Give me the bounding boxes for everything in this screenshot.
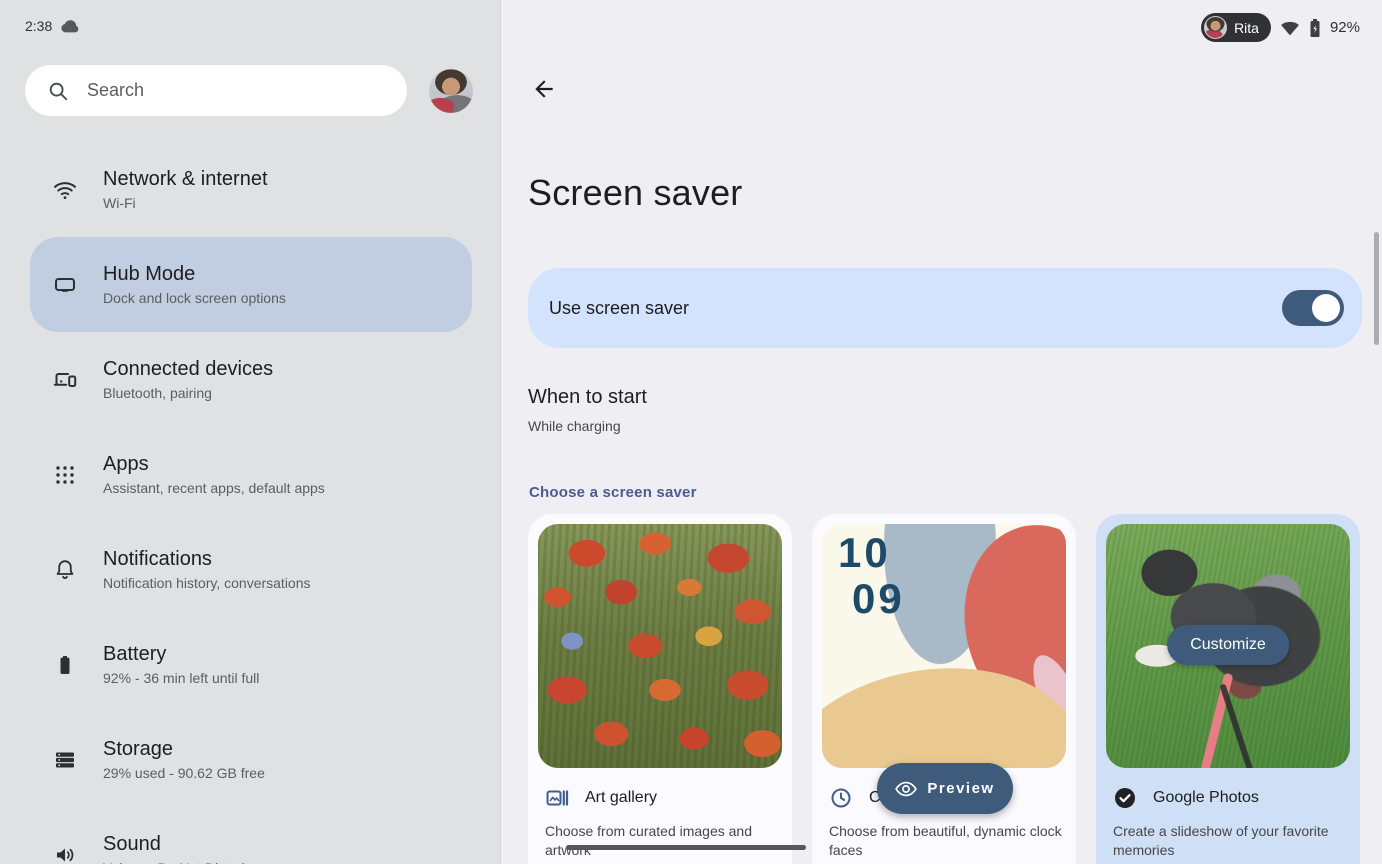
screen-saver-cards: Art gallery Choose from curated images a… [528,514,1360,864]
battery-percent-text: 92% [1330,19,1360,36]
customize-button[interactable]: Customize [1167,625,1289,665]
dog-leash [1196,673,1234,768]
status-bar-right: Rita 92% [1201,13,1360,42]
cloud-icon [60,19,80,34]
sidebar-item-sound[interactable]: Sound Volume, Do Not Disturb [30,807,472,864]
storage-icon [53,748,77,772]
art-gallery-icon [545,786,569,810]
clock-icon [829,786,853,810]
sidebar-item-notifications[interactable]: Notifications Notification history, conv… [30,522,472,617]
preview-button[interactable]: Preview [877,763,1013,814]
sidebar-item-label: Battery [103,642,259,667]
user-chip-avatar [1204,16,1227,39]
card-google-photos[interactable]: Customize Google Photos Create a slidesh… [1096,514,1360,864]
sidebar-item-sublabel: Wi-Fi [103,195,268,212]
use-screen-saver-row[interactable]: Use screen saver [528,268,1362,348]
sidebar-item-label: Network & internet [103,167,268,192]
card-description: Create a slideshow of your favorite memo… [1113,822,1347,860]
card-description: Choose from curated images and artwork [545,822,779,860]
search-input[interactable]: Search [25,65,407,116]
page-title: Screen saver [528,172,743,214]
sidebar-item-battery[interactable]: Battery 92% - 36 min left until full [30,617,472,712]
notifications-bell-icon [53,558,77,582]
google-photos-preview-image: Customize [1106,524,1350,768]
chooser-heading: Choose a screen saver [529,484,697,501]
when-to-start-label: When to start [528,386,647,409]
when-to-start-value: While charging [528,418,647,434]
screen-saver-panel: Rita 92% Screen saver Use screen saver W… [501,0,1382,864]
sidebar-item-hub-mode[interactable]: Hub Mode Dock and lock screen options [30,237,472,332]
battery-icon [53,653,77,677]
status-bar-left: 2:38 [25,18,80,34]
wifi-icon [53,178,77,202]
sidebar-item-sublabel: 92% - 36 min left until full [103,670,259,687]
card-label: Google Photos [1153,789,1259,807]
card-description: Choose from beautiful, dynamic clock fac… [829,822,1063,860]
active-user-chip[interactable]: Rita [1201,13,1271,42]
search-icon [47,80,69,102]
check-circle-icon [1113,786,1137,810]
sidebar-item-label: Connected devices [103,357,273,382]
status-time: 2:38 [25,18,52,34]
hub-display-icon [53,273,77,297]
sidebar-item-sublabel: Assistant, recent apps, default apps [103,480,325,497]
sidebar-item-sublabel: Dock and lock screen options [103,290,286,307]
back-button[interactable] [528,74,560,106]
sidebar-item-label: Apps [103,452,325,477]
sidebar-item-sublabel: 29% used - 90.62 GB free [103,765,265,782]
back-arrow-icon [531,76,557,102]
when-to-start-row[interactable]: When to start While charging [528,386,647,434]
settings-sidebar: 2:38 Search Network & internet Wi-Fi [0,0,501,864]
hub-mode-settings-screen: 2:38 Search Network & internet Wi-Fi [0,0,1382,864]
sidebar-item-label: Storage [103,737,265,762]
sidebar-item-connected-devices[interactable]: Connected devices Bluetooth, pairing [30,332,472,427]
use-screen-saver-label: Use screen saver [549,298,689,319]
search-placeholder: Search [87,80,144,101]
eye-icon [895,781,917,797]
toggle-thumb [1312,294,1340,322]
horizontal-scrollbar-thumb[interactable] [566,845,806,850]
preview-button-label: Preview [927,780,994,797]
card-label: Art gallery [585,789,657,807]
battery-charging-icon [1309,18,1321,38]
wifi-status-icon [1280,19,1300,36]
clock-preview-time: 10 09 [838,530,905,622]
apps-grid-icon [53,463,77,487]
sidebar-item-label: Hub Mode [103,262,286,287]
dog-harness [1219,683,1254,768]
sidebar-item-label: Notifications [103,547,311,572]
sidebar-item-sublabel: Notification history, conversations [103,575,311,592]
sidebar-item-sublabel: Volume, Do Not Disturb [103,860,249,864]
card-art-gallery[interactable]: Art gallery Choose from curated images a… [528,514,792,864]
sound-speaker-icon [53,843,77,864]
sidebar-item-network-internet[interactable]: Network & internet Wi-Fi [30,142,472,237]
art-gallery-preview-image [538,524,782,768]
settings-nav: Network & internet Wi-Fi Hub Mode Dock a… [0,142,501,864]
profile-avatar[interactable] [429,69,473,113]
sidebar-item-apps[interactable]: Apps Assistant, recent apps, default app… [30,427,472,522]
vertical-scrollbar-thumb[interactable] [1374,232,1379,345]
connected-devices-icon [53,368,77,392]
sidebar-item-storage[interactable]: Storage 29% used - 90.62 GB free [30,712,472,807]
clock-preview-image: 10 09 [822,524,1066,768]
user-chip-name: Rita [1234,20,1259,36]
sidebar-item-sublabel: Bluetooth, pairing [103,385,273,402]
use-screen-saver-toggle[interactable] [1282,290,1344,326]
search-row: Search [25,65,475,116]
sidebar-item-label: Sound [103,832,249,857]
